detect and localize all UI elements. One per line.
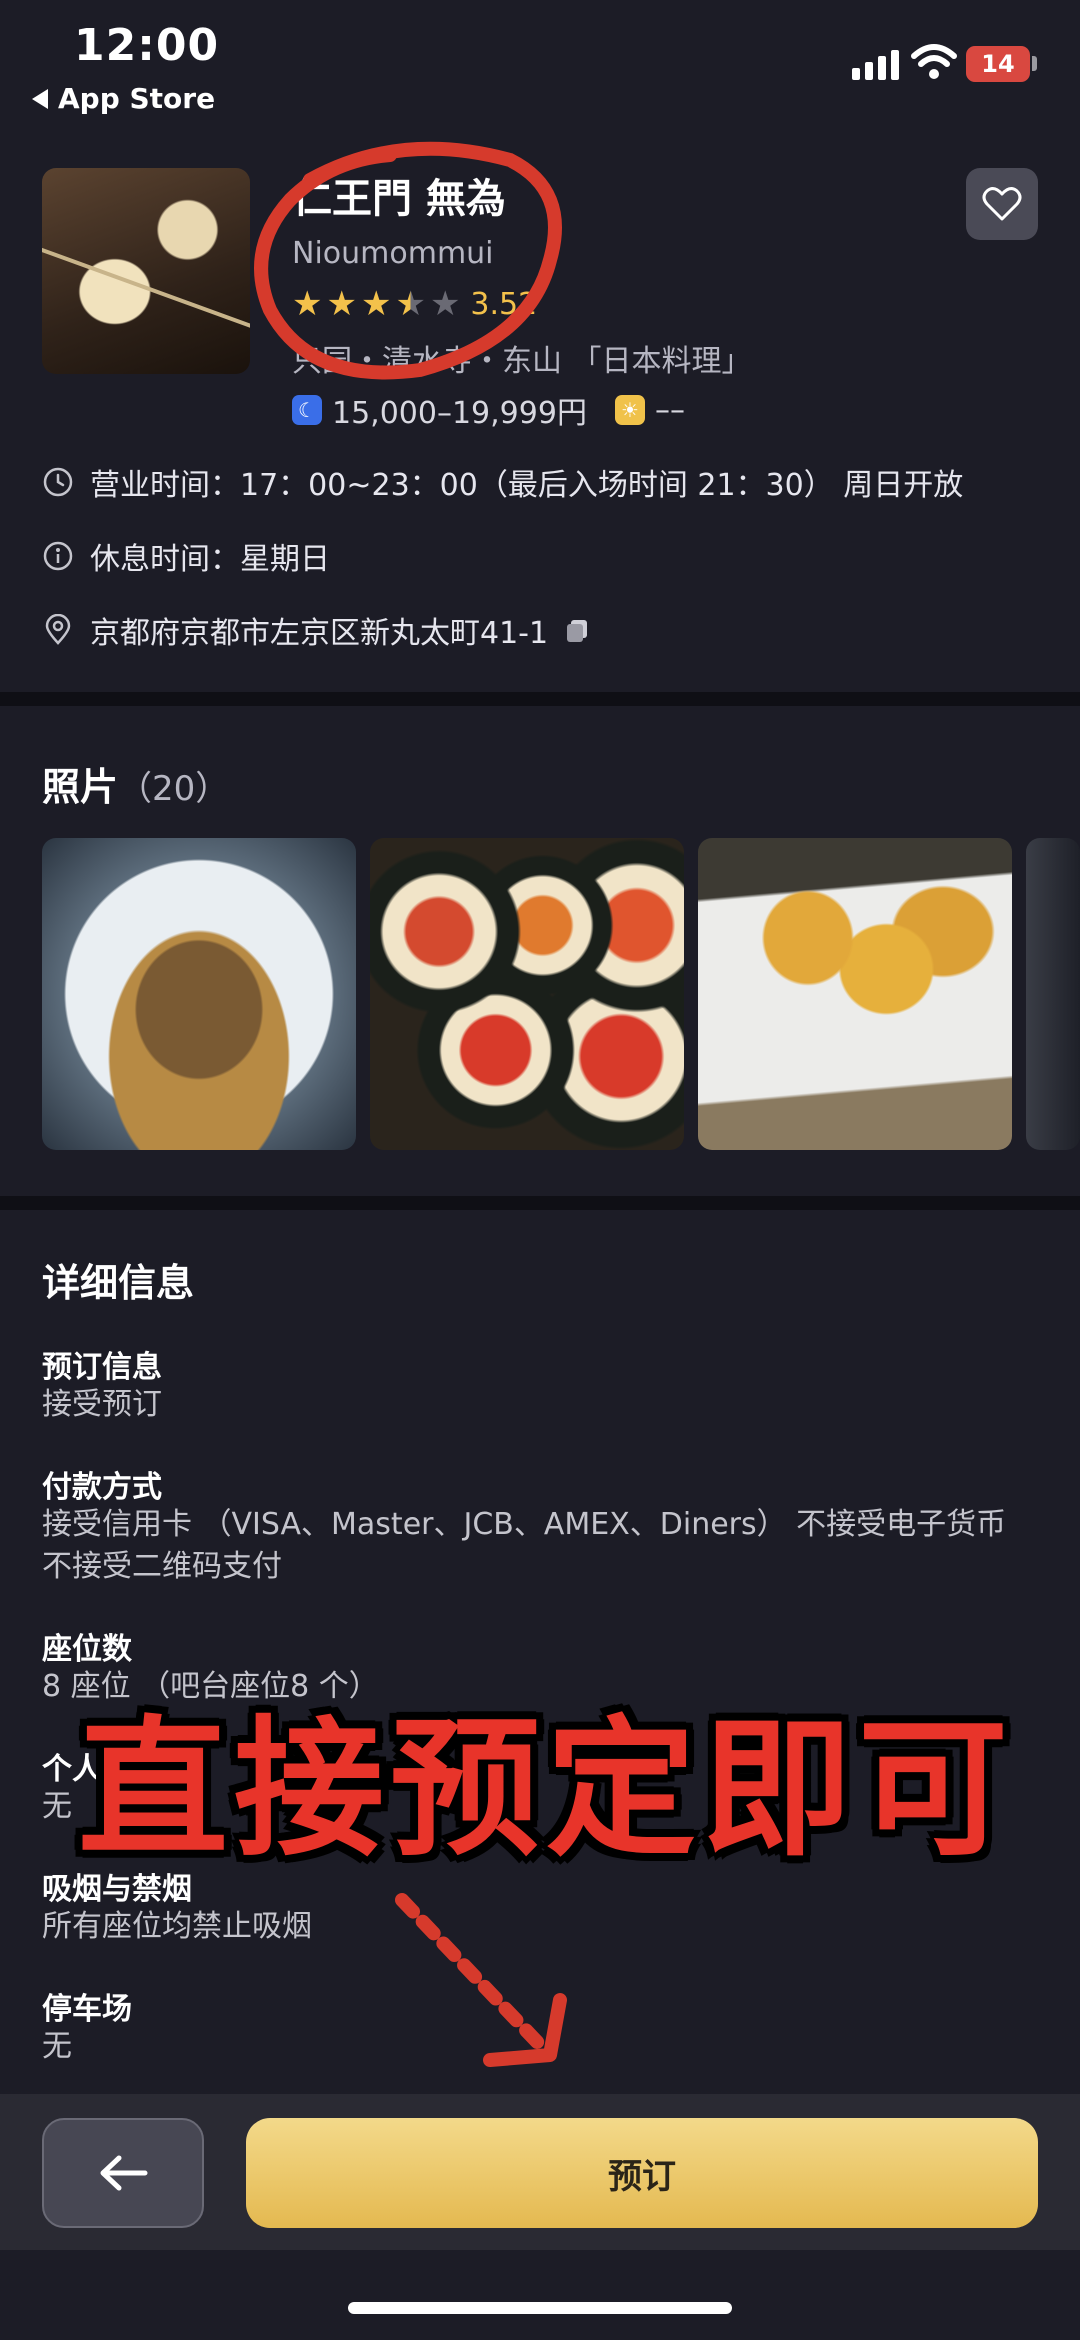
price-row: ☾ 15,000–19,999円 ☀ –– (292, 388, 685, 432)
photos-count: （20） (118, 769, 230, 809)
photos-section-title: 照片（20） (42, 756, 229, 811)
annotation-circle (254, 141, 562, 380)
info-icon (43, 541, 73, 571)
hours-row: 营业时间：17：00~23：00（最后入场时间 21：30） 周日开放 (42, 460, 963, 504)
photo-thumbnail[interactable] (370, 838, 684, 1150)
status-time: 12:00 (74, 20, 220, 71)
details-section-title: 详细信息 (42, 1261, 195, 1305)
detail-label: 预订信息 (42, 1350, 162, 1385)
sun-icon: ☀ (614, 395, 645, 425)
battery-icon: 14 (966, 46, 1030, 82)
book-button-label: 预订 (608, 2156, 676, 2197)
favorite-button[interactable] (966, 168, 1038, 240)
closed-row: 休息时间：星期日 (42, 534, 330, 578)
back-app-label: App Store (58, 82, 216, 115)
photo-thumbnail[interactable] (42, 838, 356, 1150)
lunch-price: –– (654, 392, 685, 428)
hours-text: 营业时间：17：00~23：00（最后入场时间 21：30） 周日开放 (90, 468, 964, 503)
restaurant-thumbnail[interactable] (42, 168, 250, 374)
back-button[interactable] (42, 2118, 204, 2228)
back-triangle-icon (32, 88, 48, 109)
photo-thumbnail[interactable] (698, 838, 1012, 1150)
detail-label: 付款方式 (42, 1470, 162, 1505)
address-text: 京都府京都市左京区新丸太町41-1 (90, 616, 549, 651)
photo-thumbnail[interactable] (1026, 838, 1080, 1150)
copy-icon[interactable] (564, 617, 590, 643)
cellular-signal-icon (852, 48, 899, 80)
dinner-price: 15,000–19,999円 (332, 396, 587, 431)
battery-tip (1032, 56, 1037, 71)
annotation-arrow-icon (395, 1893, 567, 2067)
detail-label: 座位数 (42, 1632, 132, 1667)
address-row[interactable]: 京都府京都市左京区新丸太町41-1 (42, 608, 590, 652)
heart-icon (982, 187, 1022, 221)
arrow-left-icon (100, 2155, 148, 2191)
home-indicator (348, 2302, 732, 2314)
back-to-app-store-link[interactable]: App Store (32, 82, 215, 115)
photos-title-text: 照片 (42, 765, 119, 809)
detail-value: 接受预订 (42, 1387, 162, 1422)
detail-value: 接受信用卡 （VISA、Master、JCB、AMEX、Diners） 不接受电… (42, 1507, 1007, 1584)
location-pin-icon (45, 614, 71, 645)
section-divider (0, 692, 1080, 706)
book-button[interactable]: 预订 (246, 2118, 1038, 2228)
clock-icon (43, 467, 73, 497)
wifi-icon (911, 44, 957, 79)
detail-label: 停车场 (42, 1992, 132, 2027)
closed-text: 休息时间：星期日 (90, 542, 330, 577)
battery-level: 14 (981, 50, 1015, 78)
annotation-caption: 直接预定即可 (78, 1703, 1015, 1877)
section-divider (0, 1196, 1080, 1210)
moon-icon: ☾ (292, 395, 322, 425)
